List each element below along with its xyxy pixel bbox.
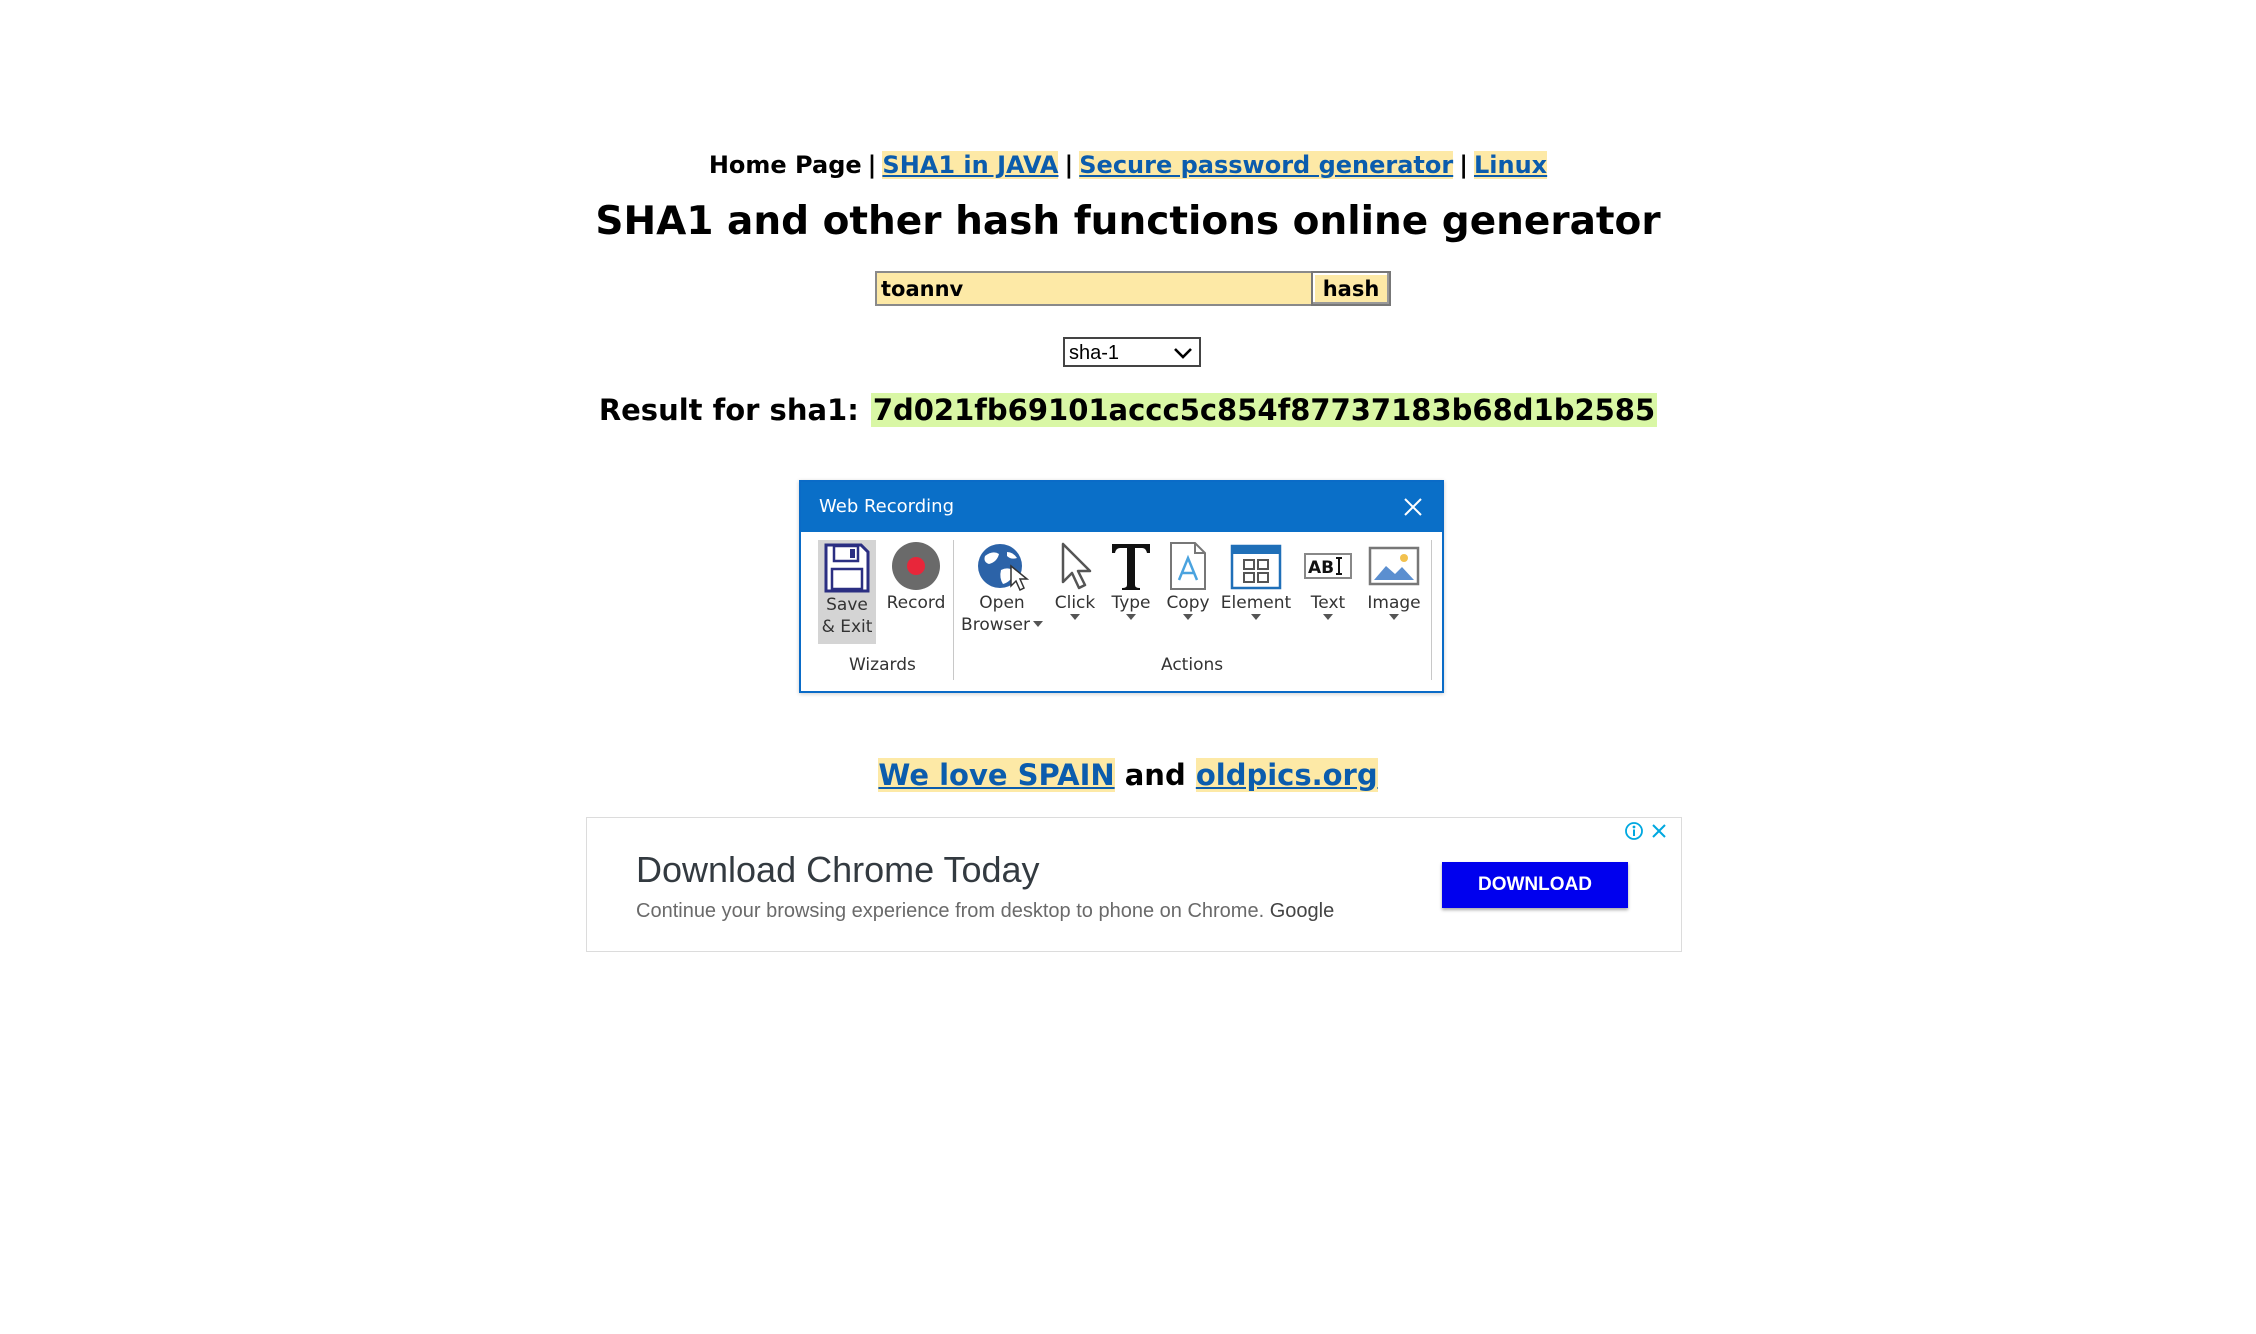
group-label-actions: Actions	[1161, 655, 1224, 675]
nav-separator: |	[867, 151, 877, 179]
record-label: Record	[886, 593, 946, 613]
click-button[interactable]: Click	[1051, 540, 1099, 620]
type-label: Type	[1111, 593, 1151, 613]
result-label: Result for sha1:	[598, 393, 859, 427]
click-label: Click	[1054, 593, 1096, 613]
globe-icon	[978, 544, 1029, 592]
dropdown-arrow-icon	[1070, 614, 1080, 620]
footer-conjunction: and	[1124, 758, 1186, 792]
nav-separator: |	[1459, 151, 1468, 179]
ad-download-button[interactable]: DOWNLOAD	[1442, 862, 1628, 908]
copy-label: Copy	[1166, 593, 1210, 613]
save-exit-button[interactable]: Save & Exit	[818, 540, 876, 644]
dropdown-arrow-icon	[1126, 614, 1136, 620]
svg-text:AB: AB	[1308, 558, 1334, 578]
text-label: Text	[1310, 593, 1346, 613]
record-icon	[892, 542, 940, 590]
browser-label-text: Browser	[961, 615, 1030, 635]
dropdown-arrow-icon	[1032, 621, 1043, 627]
record-button[interactable]: Record	[883, 540, 949, 614]
open-label: Open	[979, 593, 1025, 613]
text-field-icon: AB	[1304, 553, 1352, 579]
image-label: Image	[1367, 593, 1421, 613]
web-recording-dialog: Web Recording Save & Exit Record Open Br…	[799, 480, 1444, 693]
ad-title[interactable]: Download Chrome Today	[636, 848, 1040, 892]
save-label: Save	[826, 595, 868, 615]
close-icon[interactable]	[1649, 821, 1669, 841]
ad-description-text: Continue your browsing experience from d…	[636, 900, 1265, 922]
chevron-down-icon	[1174, 348, 1192, 359]
hash-input[interactable]	[875, 271, 1311, 306]
text-button[interactable]: AB Text	[1300, 540, 1356, 620]
algorithm-value: sha-1	[1069, 342, 1120, 364]
element-grid-icon	[1230, 544, 1282, 590]
cursor-arrow-icon	[1061, 542, 1092, 590]
group-label-wizards: Wizards	[849, 655, 916, 675]
result-line: Result for sha1: 7d021fb69101accc5c854f87…	[0, 390, 2256, 430]
browser-label: Browser	[961, 614, 1043, 636]
dropdown-arrow-icon	[1323, 614, 1333, 620]
ad-banner[interactable]: Download Chrome Today Continue your brow…	[586, 817, 1682, 952]
element-label: Element	[1220, 593, 1292, 613]
image-icon	[1368, 546, 1420, 586]
ribbon: Save & Exit Record Open Browser Click Ty…	[801, 532, 1442, 691]
dropdown-arrow-icon	[1389, 614, 1399, 620]
ad-description: Continue your browsing experience from d…	[636, 898, 1334, 924]
link-oldpics[interactable]: oldpics.org	[1195, 758, 1378, 792]
nav-link-sha1-java[interactable]: SHA1 in JAVA	[882, 151, 1059, 179]
element-button[interactable]: Element	[1219, 540, 1293, 620]
exit-label: & Exit	[821, 617, 873, 637]
nav-home: Home Page	[708, 151, 862, 179]
info-icon[interactable]	[1624, 821, 1644, 841]
open-browser-button[interactable]: Open Browser	[961, 540, 1043, 636]
top-nav: Home Page | SHA1 in JAVA | Secure password g…	[0, 148, 2256, 182]
footer-links: We love SPAIN and oldpics.org	[0, 755, 2256, 795]
nav-separator: |	[1064, 151, 1074, 179]
nav-link-password-generator[interactable]: Secure password generator	[1079, 151, 1454, 179]
page-title: SHA1 and other hash functions online gen…	[595, 199, 1661, 244]
image-button[interactable]: Image	[1363, 540, 1425, 620]
ad-brand: Google	[1269, 900, 1335, 922]
link-we-love-spain[interactable]: We love SPAIN	[878, 758, 1115, 792]
close-icon[interactable]	[1402, 496, 1424, 518]
nav-link-linux[interactable]: Linux	[1473, 151, 1548, 179]
dialog-title: Web Recording	[819, 496, 954, 517]
dropdown-arrow-icon	[1183, 614, 1193, 620]
result-hash: 7d021fb69101accc5c854f87737183b68d1b2585	[870, 393, 1658, 427]
hash-button[interactable]: hash	[1311, 271, 1391, 306]
document-copy-icon	[1170, 542, 1206, 590]
type-button[interactable]: Type	[1106, 540, 1156, 620]
ribbon-divider	[953, 540, 954, 680]
dialog-titlebar[interactable]: Web Recording	[801, 482, 1442, 532]
algorithm-select[interactable]: sha-1	[1063, 337, 1201, 367]
ribbon-divider	[1431, 540, 1432, 680]
floppy-disk-icon	[824, 543, 870, 593]
type-t-icon	[1112, 544, 1150, 590]
copy-button[interactable]: Copy	[1163, 540, 1213, 620]
dropdown-arrow-icon	[1251, 614, 1261, 620]
